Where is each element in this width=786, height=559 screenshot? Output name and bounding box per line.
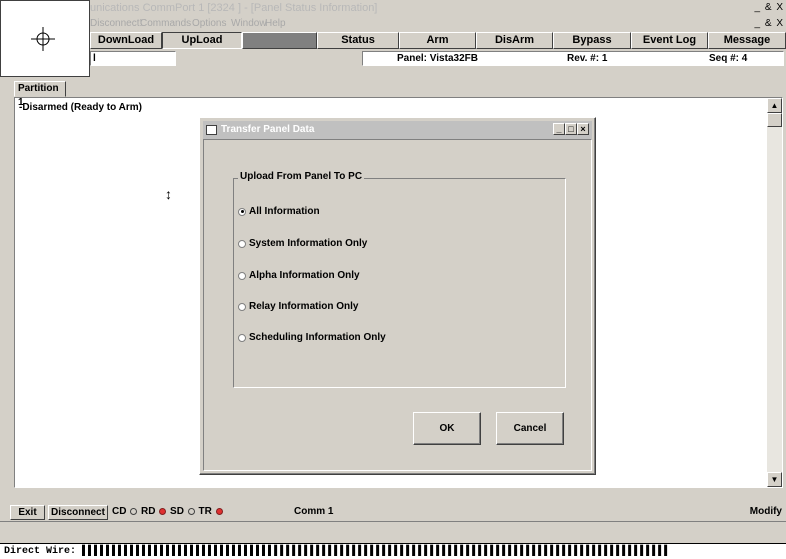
rd-led-icon bbox=[159, 507, 167, 515]
message-line bbox=[0, 521, 786, 543]
tab-partition-1[interactable]: Partition 1 bbox=[14, 81, 66, 108]
radio-icon[interactable] bbox=[238, 333, 246, 342]
option-scheduling-information[interactable]: Scheduling Information Only bbox=[238, 332, 386, 343]
disarm-button[interactable]: DisArm bbox=[476, 32, 553, 49]
tr-label: TR bbox=[198, 506, 212, 517]
resize-cursor-icon: ↕ bbox=[165, 186, 172, 202]
upload-options-group: Upload From Panel To PC All Information … bbox=[233, 171, 566, 388]
blank-toolbar-button bbox=[242, 32, 317, 49]
option-label: Alpha Information Only bbox=[249, 270, 360, 281]
cd-label: CD bbox=[112, 506, 127, 517]
group-title: Upload From Panel To PC bbox=[238, 171, 365, 182]
disconnect-button[interactable]: Disconnect bbox=[48, 505, 108, 520]
transfer-panel-data-dialog: Transfer Panel Data _ □ × Upload From Pane… bbox=[199, 117, 596, 475]
tr-led-icon bbox=[215, 507, 223, 515]
radio-icon[interactable] bbox=[238, 302, 246, 311]
scroll-down-icon[interactable]: ▼ bbox=[767, 472, 782, 487]
panel-type-label: Panel: Vista32FB bbox=[397, 53, 478, 64]
bypass-button[interactable]: Bypass bbox=[553, 32, 631, 49]
window-controls-inner[interactable]: _ & X bbox=[755, 18, 784, 29]
menu-help[interactable]: Help bbox=[265, 18, 286, 29]
radio-icon[interactable] bbox=[238, 239, 246, 248]
radio-checked-icon[interactable] bbox=[238, 207, 246, 216]
menu-bar: Disconnect! Commands Options Window Help… bbox=[90, 17, 786, 32]
sd-led-icon bbox=[187, 507, 195, 515]
panel-info-field: Panel: Vista32FB Rev. #: 1 Seq #: 4 bbox=[362, 51, 784, 66]
upload-button[interactable]: UpLoad bbox=[162, 32, 242, 49]
sd-label: SD bbox=[170, 506, 184, 517]
option-label: Scheduling Information Only bbox=[249, 332, 386, 343]
option-system-information[interactable]: System Information Only bbox=[238, 238, 367, 249]
event-log-button[interactable]: Event Log bbox=[631, 32, 708, 49]
sequence-label: Seq #: 4 bbox=[709, 53, 748, 64]
account-field: l bbox=[90, 51, 176, 66]
title-bar: unications CommPort 1 [2324 ] - [Panel S… bbox=[90, 0, 786, 17]
window-controls-outer[interactable]: _ & X bbox=[755, 2, 784, 13]
option-label: Relay Information Only bbox=[249, 301, 359, 312]
option-label: System Information Only bbox=[249, 238, 368, 249]
line-indicators: CD RD SD TR bbox=[112, 505, 224, 520]
menu-options[interactable]: Options bbox=[192, 18, 226, 29]
crosshair-icon bbox=[31, 27, 55, 51]
cancel-button[interactable]: Cancel bbox=[496, 412, 564, 445]
option-relay-information[interactable]: Relay Information Only bbox=[238, 301, 358, 312]
menu-disconnect[interactable]: Disconnect! bbox=[90, 18, 142, 29]
direct-wire-indicator: Direct Wire: ▌▌▌▌▌▌▌▌▌▌▌▌▌▌▌▌▌▌▌▌▌▌▌▌▌▌▌… bbox=[0, 543, 786, 559]
vertical-scrollbar[interactable]: ▲ ▼ bbox=[767, 98, 782, 487]
ok-button[interactable]: OK bbox=[413, 412, 481, 445]
message-button[interactable]: Message bbox=[708, 32, 786, 49]
scroll-thumb[interactable] bbox=[767, 113, 782, 127]
status-button[interactable]: Status bbox=[317, 32, 399, 49]
radio-icon[interactable] bbox=[238, 271, 246, 280]
option-label: All Information bbox=[249, 206, 320, 217]
direct-wire-activity: ▌▌▌▌▌▌▌▌▌▌▌▌▌▌▌▌▌▌▌▌▌▌▌▌▌▌▌▌▌▌▌▌▌▌▌▌▌▌▌▌… bbox=[82, 546, 671, 557]
dialog-title-bar[interactable]: Transfer Panel Data _ □ × bbox=[203, 121, 592, 139]
menu-commands[interactable]: Commands bbox=[140, 18, 191, 29]
dialog-window-icon bbox=[206, 125, 217, 135]
modify-button[interactable]: Modify bbox=[750, 505, 782, 520]
direct-wire-label: Direct Wire: bbox=[4, 546, 77, 557]
scroll-up-icon[interactable]: ▲ bbox=[767, 98, 782, 113]
comm-port-label: Comm 1 bbox=[294, 506, 334, 517]
partition-status-text: -Disarmed (Ready to Arm) bbox=[19, 102, 142, 113]
maximize-icon[interactable]: □ bbox=[565, 123, 577, 135]
exit-button[interactable]: Exit bbox=[10, 505, 45, 520]
connection-status-bar: Exit Disconnect CD RD SD TR Comm 1 Modif… bbox=[0, 505, 786, 520]
cd-led-icon bbox=[130, 507, 138, 515]
dialog-title: Transfer Panel Data bbox=[221, 124, 315, 135]
close-icon[interactable]: × bbox=[577, 123, 589, 135]
window-title: unications CommPort 1 [2324 ] - [Panel S… bbox=[90, 2, 378, 14]
rd-label: RD bbox=[141, 506, 156, 517]
revision-label: Rev. #: 1 bbox=[567, 53, 608, 64]
minimize-icon[interactable]: _ bbox=[553, 123, 565, 135]
arm-button[interactable]: Arm bbox=[399, 32, 476, 49]
download-button[interactable]: DownLoad bbox=[90, 32, 162, 49]
dialog-client-area: Upload From Panel To PC All Information … bbox=[203, 139, 592, 471]
option-all-information[interactable]: All Information bbox=[238, 206, 320, 217]
app-logo bbox=[0, 0, 90, 77]
menu-window[interactable]: Window bbox=[231, 18, 267, 29]
option-alpha-information[interactable]: Alpha Information Only bbox=[238, 270, 360, 281]
